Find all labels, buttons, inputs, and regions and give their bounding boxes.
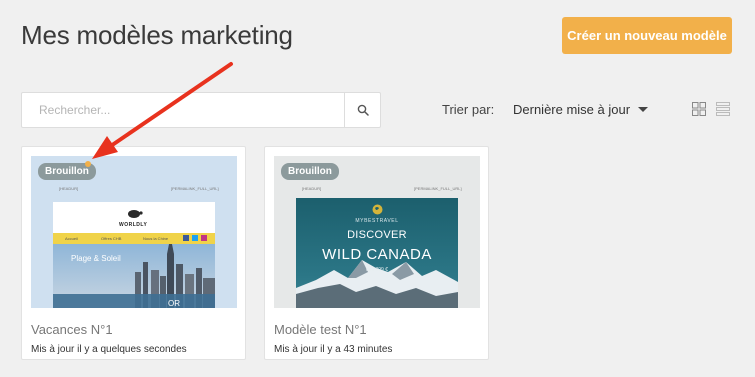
preview-header-left: [HEADUR] <box>302 186 322 191</box>
preview-headline-2: WILD CANADA <box>322 246 432 263</box>
template-preview[interactable]: [HEADUR] [PERMALINK_FULL_URL] WORLDLY Ac… <box>31 156 237 308</box>
preview-nav-item: Nous la Chine <box>143 236 169 241</box>
page-title: Mes modèles marketing <box>21 20 293 50</box>
search-icon <box>357 104 369 116</box>
template-title[interactable]: Modèle test N°1 <box>274 322 367 337</box>
sort-label: Trier par: <box>442 102 495 117</box>
template-card[interactable]: [HEADUR] [PERMALINK_FULL_URL] WORLDLY Ac… <box>21 146 246 360</box>
sort-value: Dernière mise à jour <box>513 102 631 117</box>
globe-icon <box>372 204 383 215</box>
search-button[interactable] <box>344 93 380 127</box>
search-input[interactable] <box>22 93 344 127</box>
preview-brand: WORLDLY <box>119 222 148 228</box>
preview-header-right: [PERMALINK_FULL_URL] <box>171 186 219 191</box>
search-box <box>21 92 381 128</box>
preview-headline: DISCOVER <box>347 229 407 241</box>
template-updated: Mis à jour il y a quelques secondes <box>31 344 187 355</box>
preview-nav: Accueil Offres CHB Nous la Chine <box>53 233 215 244</box>
notification-dot <box>85 161 91 167</box>
sort-dropdown[interactable]: Dernière mise à jour <box>513 102 649 117</box>
chevron-down-icon <box>638 107 649 112</box>
template-preview[interactable]: [HEADUR] [PERMALINK_FULL_URL] MYBESTRAVE… <box>274 156 480 308</box>
preview-hero-partial: OR <box>168 299 180 308</box>
turtle-logo-icon <box>128 210 143 218</box>
preview-nav-item: Offres CHB <box>101 236 122 241</box>
twitter-icon <box>192 235 198 241</box>
preview-email-body: WORLDLY Accueil Offres CHB Nous la Chine <box>53 202 215 308</box>
list-view-icon[interactable] <box>716 102 730 116</box>
status-badge: Brouillon <box>281 163 339 180</box>
template-updated: Mis à jour il y a 43 minutes <box>274 344 393 355</box>
preview-header-left: [HEADUR] <box>59 186 79 191</box>
facebook-icon <box>183 235 189 241</box>
preview-email-body: MYBESTRAVEL DISCOVER WILD CANADA dès 899… <box>296 198 458 308</box>
preview-hero-text: Plage & Soleil <box>71 254 121 263</box>
grid-view-icon[interactable] <box>692 102 706 116</box>
create-template-button[interactable]: Créer un nouveau modèle <box>562 17 732 54</box>
preview-brand: MYBESTRAVEL <box>355 218 399 224</box>
instagram-icon <box>201 235 207 241</box>
preview-nav-item: Accueil <box>65 236 78 241</box>
preview-header-right: [PERMALINK_FULL_URL] <box>414 186 462 191</box>
preview-price: dès 899 € <box>366 267 388 273</box>
template-card[interactable]: [HEADUR] [PERMALINK_FULL_URL] MYBESTRAVE… <box>264 146 489 360</box>
template-title[interactable]: Vacances N°1 <box>31 322 113 337</box>
